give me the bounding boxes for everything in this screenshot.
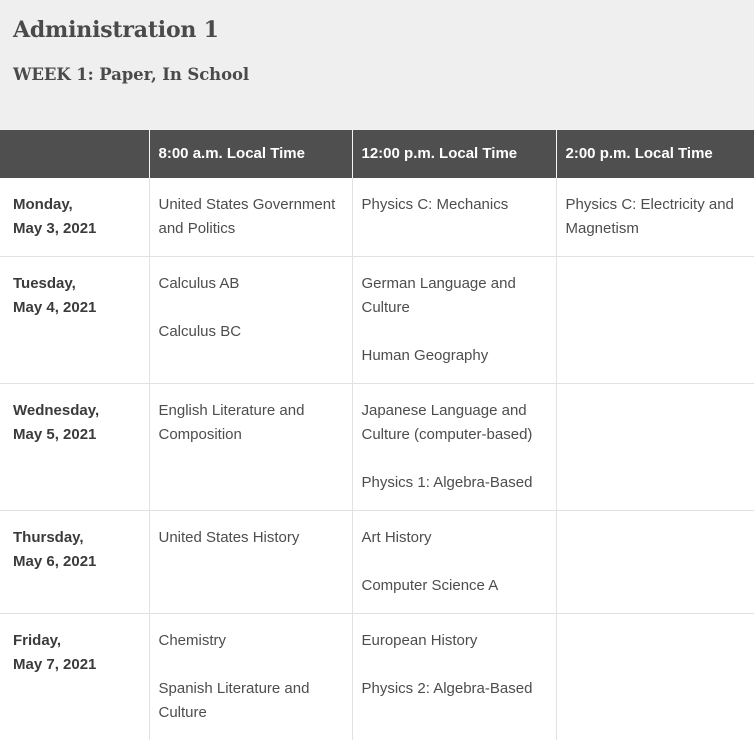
cell-exams-8am: English Literature and Composition: [149, 384, 352, 511]
table-row: Thursday,May 6, 2021 United States Histor…: [0, 511, 754, 614]
exam-name: Human Geography: [362, 344, 542, 368]
cell-exams-2pm: [556, 511, 754, 614]
exam-name: Physics C: Electricity and Magnetism: [566, 193, 741, 241]
exam-name: English Literature and Composition: [159, 399, 338, 447]
exam-date-value: May 5, 2021: [13, 423, 141, 447]
exam-date-value: May 3, 2021: [13, 217, 141, 241]
exam-name: Calculus BC: [159, 320, 338, 344]
cell-exams-8am: United States Government and Politics: [149, 178, 352, 257]
cell-exams-8am: United States History: [149, 511, 352, 614]
cell-exam-date: Monday,May 3, 2021: [0, 178, 149, 257]
cell-exams-12pm: German Language and Culture Human Geograp…: [352, 257, 556, 384]
cell-exams-2pm: Physics C: Electricity and Magnetism: [556, 178, 754, 257]
exam-date-value: May 7, 2021: [13, 653, 141, 677]
table-body: Monday,May 3, 2021United States Governme…: [0, 178, 754, 740]
exam-date-value: May 4, 2021: [13, 296, 141, 320]
page-header: Administration 1 WEEK 1: Paper, In Schoo…: [0, 0, 754, 130]
column-header-2pm: 2:00 p.m. Local Time: [556, 130, 754, 178]
cell-exam-date: Friday,May 7, 2021: [0, 614, 149, 740]
column-header-12pm: 12:00 p.m. Local Time: [352, 130, 556, 178]
exam-name: German Language and Culture: [362, 272, 542, 320]
exam-name: European History: [362, 629, 542, 653]
exam-date-value: May 6, 2021: [13, 550, 141, 574]
table-header-row: 8:00 a.m. Local Time 12:00 p.m. Local Ti…: [0, 130, 754, 178]
exam-name: Calculus AB: [159, 272, 338, 296]
exam-name: United States Government and Politics: [159, 193, 338, 241]
exam-day-name: Friday,: [13, 629, 141, 653]
column-header-date: [0, 130, 149, 178]
exam-name: Physics 1: Algebra-Based: [362, 471, 542, 495]
exam-day-name: Monday,: [13, 193, 141, 217]
cell-exams-8am: Chemistry Spanish Literature and Culture: [149, 614, 352, 740]
cell-exams-2pm: [556, 614, 754, 740]
table-row: Tuesday,May 4, 2021 Calculus AB Calculus B…: [0, 257, 754, 384]
exam-day-name: Wednesday,: [13, 399, 141, 423]
exam-day-name: Tuesday,: [13, 272, 141, 296]
cell-exams-12pm: Art History Computer Science A: [352, 511, 556, 614]
exam-schedule-page: Administration 1 WEEK 1: Paper, In Schoo…: [0, 0, 754, 707]
exam-name: Art History: [362, 526, 542, 550]
exam-name: Physics C: Mechanics: [362, 193, 542, 217]
cell-exam-date: Tuesday,May 4, 2021: [0, 257, 149, 384]
exam-name: Japanese Language and Culture (computer-…: [362, 399, 542, 447]
cell-exams-12pm: Physics C: Mechanics: [352, 178, 556, 257]
exam-name: Computer Science A: [362, 574, 542, 598]
cell-exams-12pm: European History Physics 2: Algebra-Based: [352, 614, 556, 740]
cell-exams-2pm: [556, 384, 754, 511]
page-subtitle: WEEK 1: Paper, In School: [13, 64, 754, 86]
exam-day-name: Thursday,: [13, 526, 141, 550]
cell-exam-date: Thursday,May 6, 2021: [0, 511, 149, 614]
column-header-8am: 8:00 a.m. Local Time: [149, 130, 352, 178]
table-row: Friday,May 7, 2021 Chemistry Spanish Liter…: [0, 614, 754, 740]
exam-schedule-table: 8:00 a.m. Local Time 12:00 p.m. Local Ti…: [0, 130, 754, 740]
exam-name: Spanish Literature and Culture: [159, 677, 338, 725]
cell-exams-2pm: [556, 257, 754, 384]
cell-exams-12pm: Japanese Language and Culture (computer-…: [352, 384, 556, 511]
exam-name: Chemistry: [159, 629, 338, 653]
cell-exam-date: Wednesday,May 5, 2021: [0, 384, 149, 511]
exam-name: United States History: [159, 526, 338, 550]
table-row: Monday,May 3, 2021United States Governme…: [0, 178, 754, 257]
table-row: Wednesday,May 5, 2021English Literature …: [0, 384, 754, 511]
exam-name: Physics 2: Algebra-Based: [362, 677, 542, 701]
cell-exams-8am: Calculus AB Calculus BC: [149, 257, 352, 384]
page-title: Administration 1: [13, 16, 754, 44]
